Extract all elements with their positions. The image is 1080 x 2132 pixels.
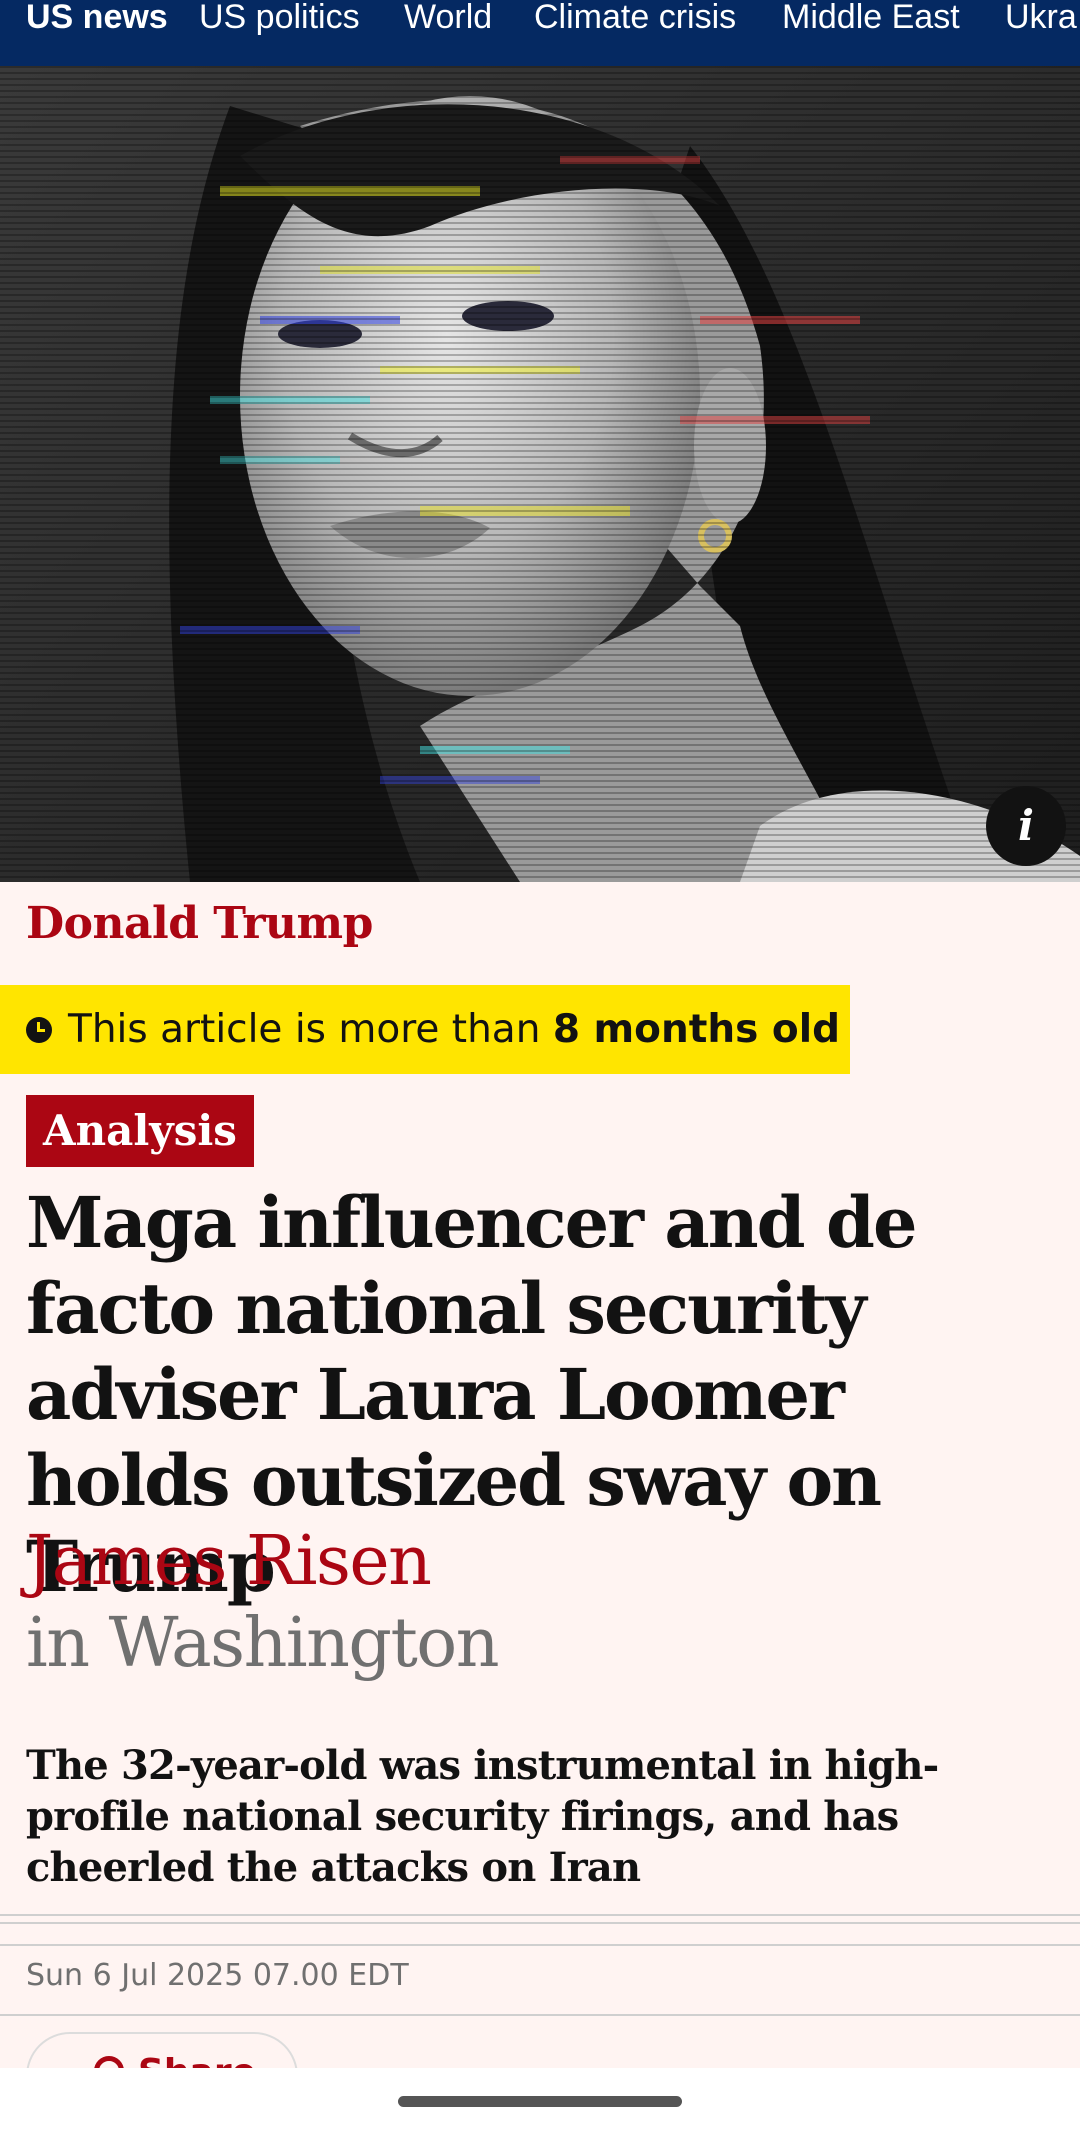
article-standfirst: The 32-year-old was instrumental in high… [26, 1742, 939, 1891]
analysis-label: Analysis [26, 1095, 254, 1167]
age-notice-prefix: This article is more than [68, 1007, 553, 1052]
byline-location: in Washington [26, 1604, 500, 1683]
age-notice-emphasis: 8 months old [552, 1007, 841, 1052]
divider [0, 1944, 1080, 1946]
section-nav: US news US politics World Climate crisis… [0, 0, 1080, 66]
publish-date: Sun 6 Jul 2025 07.00 EDT [26, 1958, 409, 1993]
nav-item-ukraine[interactable]: Ukra [1005, 0, 1077, 66]
divider [0, 1914, 1080, 1916]
clock-icon [26, 1017, 52, 1043]
author-link[interactable]: James Risen [26, 1522, 432, 1601]
nav-item-us-news[interactable]: US news [26, 0, 168, 66]
nav-item-us-politics[interactable]: US politics [199, 0, 360, 66]
article-age-notice: This article is more than 8 months old [0, 985, 850, 1074]
divider [0, 2014, 1080, 2016]
nav-item-climate-crisis[interactable]: Climate crisis [534, 0, 736, 66]
portrait-illustration [0, 66, 1080, 882]
series-kicker[interactable]: Donald Trump [26, 898, 373, 949]
age-notice-text: This article is more than 8 months old [68, 985, 840, 1074]
nav-item-middle-east[interactable]: Middle East [782, 0, 960, 66]
image-info-button[interactable]: i [986, 786, 1066, 866]
home-indicator[interactable] [398, 2096, 682, 2107]
nav-item-world[interactable]: World [404, 0, 492, 66]
divider [0, 1922, 1080, 1924]
hero-image: i [0, 66, 1080, 882]
